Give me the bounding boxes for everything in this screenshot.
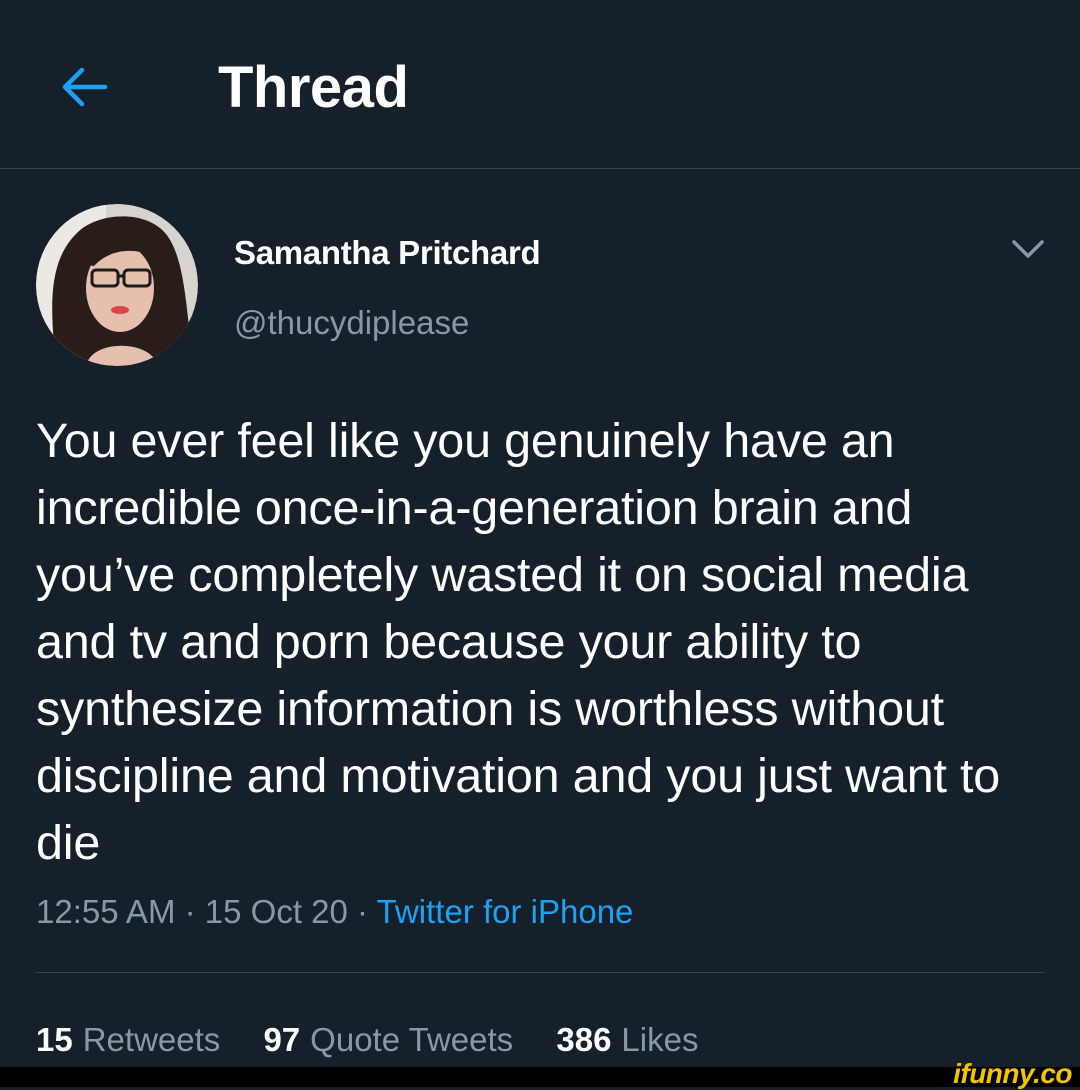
arrow-left-icon — [62, 67, 108, 107]
tweet-date: 15 Oct 20 — [204, 893, 348, 930]
footer-strip — [0, 1067, 1080, 1087]
author-handle[interactable]: @thucydiplease — [234, 304, 469, 342]
quote-tweets-count: 97 — [263, 1021, 301, 1058]
author-name[interactable]: Samantha Pritchard — [234, 234, 541, 272]
likes-label: Likes — [621, 1021, 699, 1058]
retweets-stat[interactable]: 15 Retweets — [36, 1021, 220, 1059]
likes-stat[interactable]: 386 Likes — [556, 1021, 698, 1059]
tweet-source-link[interactable]: Twitter for iPhone — [377, 893, 634, 930]
chevron-down-icon — [1012, 240, 1044, 258]
thread-header: Thread — [0, 0, 1080, 169]
watermark: ifunny.co — [953, 1058, 1072, 1089]
tweet-stats: 15 Retweets 97 Quote Tweets 386 Likes — [36, 1021, 732, 1059]
likes-count: 386 — [556, 1021, 612, 1058]
avatar[interactable] — [36, 204, 198, 366]
divider — [36, 972, 1044, 973]
meta-separator: · — [357, 893, 369, 930]
retweets-count: 15 — [36, 1021, 73, 1058]
tweet-meta: 12:55 AM · 15 Oct 20 · Twitter for iPhon… — [36, 893, 633, 931]
tweet-text: You ever feel like you genuinely have an… — [36, 414, 1001, 870]
tweet-menu-button[interactable] — [1006, 232, 1050, 268]
back-button[interactable] — [58, 60, 112, 114]
meta-separator: · — [184, 893, 196, 930]
page-title: Thread — [218, 55, 409, 120]
tweet-time: 12:55 AM — [36, 893, 176, 930]
quote-tweets-label: Quote Tweets — [310, 1021, 514, 1058]
retweets-label: Retweets — [82, 1021, 221, 1058]
profile-photo — [36, 204, 198, 366]
quote-tweets-stat[interactable]: 97 Quote Tweets — [263, 1021, 513, 1059]
